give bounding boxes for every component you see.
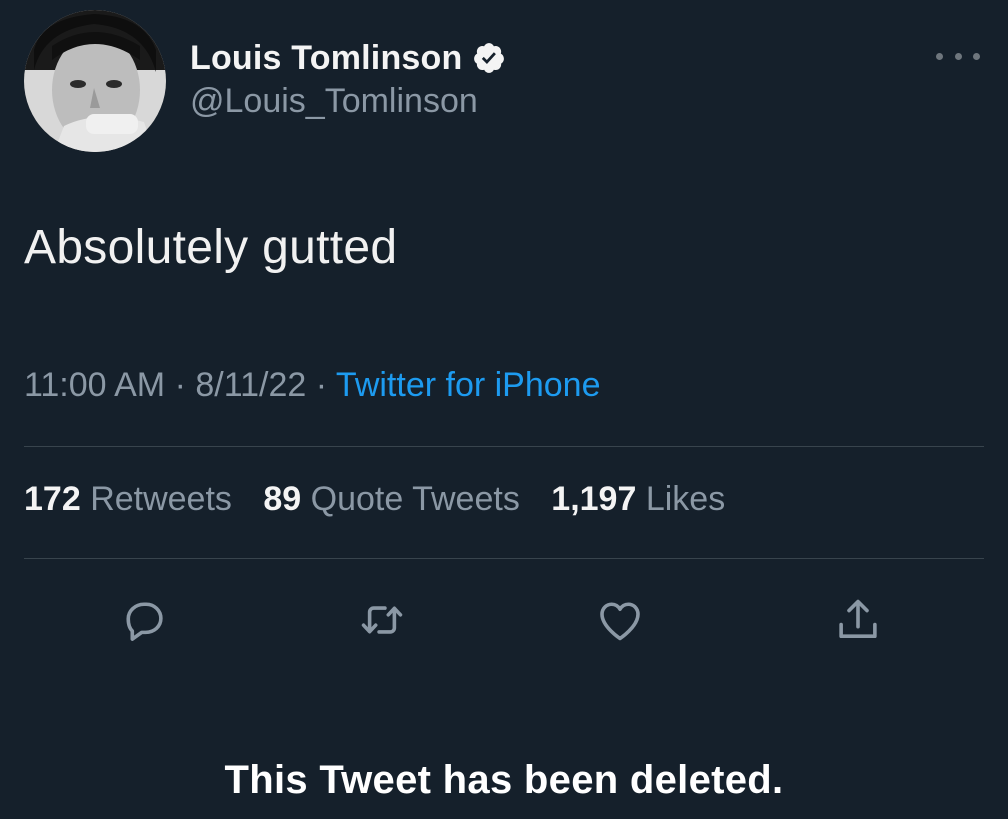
tweet-time: 11:00 AM [24, 366, 166, 404]
likes-count: 1,197 [551, 480, 637, 518]
divider [24, 558, 984, 559]
tweet-text: Absolutely gutted [24, 221, 398, 274]
reply-icon [117, 593, 171, 652]
tweet-source-link[interactable]: Twitter for iPhone [336, 366, 601, 404]
tweet-header: Louis Tomlinson @Louis_Tomlinson [24, 10, 984, 160]
more-options-icon[interactable] [936, 46, 980, 66]
quote-tweets-stat[interactable]: 89 Quote Tweets [263, 480, 519, 518]
heart-icon [593, 593, 647, 652]
meta-separator: · [315, 366, 328, 404]
tweet-card: Louis Tomlinson @Louis_Tomlinson Absolut… [0, 0, 1008, 819]
likes-label: Likes [645, 480, 726, 518]
likes-stat[interactable]: 1,197 Likes [551, 480, 725, 518]
tweet-meta: 11:00 AM · 8/11/22 · Twitter for iPhone [24, 366, 600, 405]
tweet-actions [0, 594, 1008, 650]
quote-tweets-label: Quote Tweets [310, 480, 520, 518]
quote-tweets-count: 89 [263, 480, 302, 518]
share-icon [831, 593, 885, 652]
display-name[interactable]: Louis Tomlinson [190, 39, 462, 78]
like-button[interactable] [592, 594, 648, 650]
tweet-deleted-notice: This Tweet has been deleted. [224, 758, 784, 802]
tweet-stats: 172 Retweets 89 Quote Tweets 1,197 Likes [24, 480, 747, 519]
verified-badge-icon [472, 41, 506, 75]
avatar[interactable] [24, 10, 166, 152]
user-handle[interactable]: @Louis_Tomlinson [190, 82, 506, 121]
reply-button[interactable] [116, 594, 172, 650]
author-names: Louis Tomlinson @Louis_Tomlinson [190, 36, 506, 121]
share-button[interactable] [830, 594, 886, 650]
retweets-label: Retweets [90, 480, 232, 518]
retweet-button[interactable] [354, 594, 410, 650]
retweets-count: 172 [24, 480, 81, 518]
retweet-icon [355, 593, 409, 652]
retweets-stat[interactable]: 172 Retweets [24, 480, 232, 518]
divider [24, 446, 984, 447]
meta-separator: · [174, 366, 186, 404]
tweet-date[interactable]: 8/11/22 [195, 366, 306, 404]
